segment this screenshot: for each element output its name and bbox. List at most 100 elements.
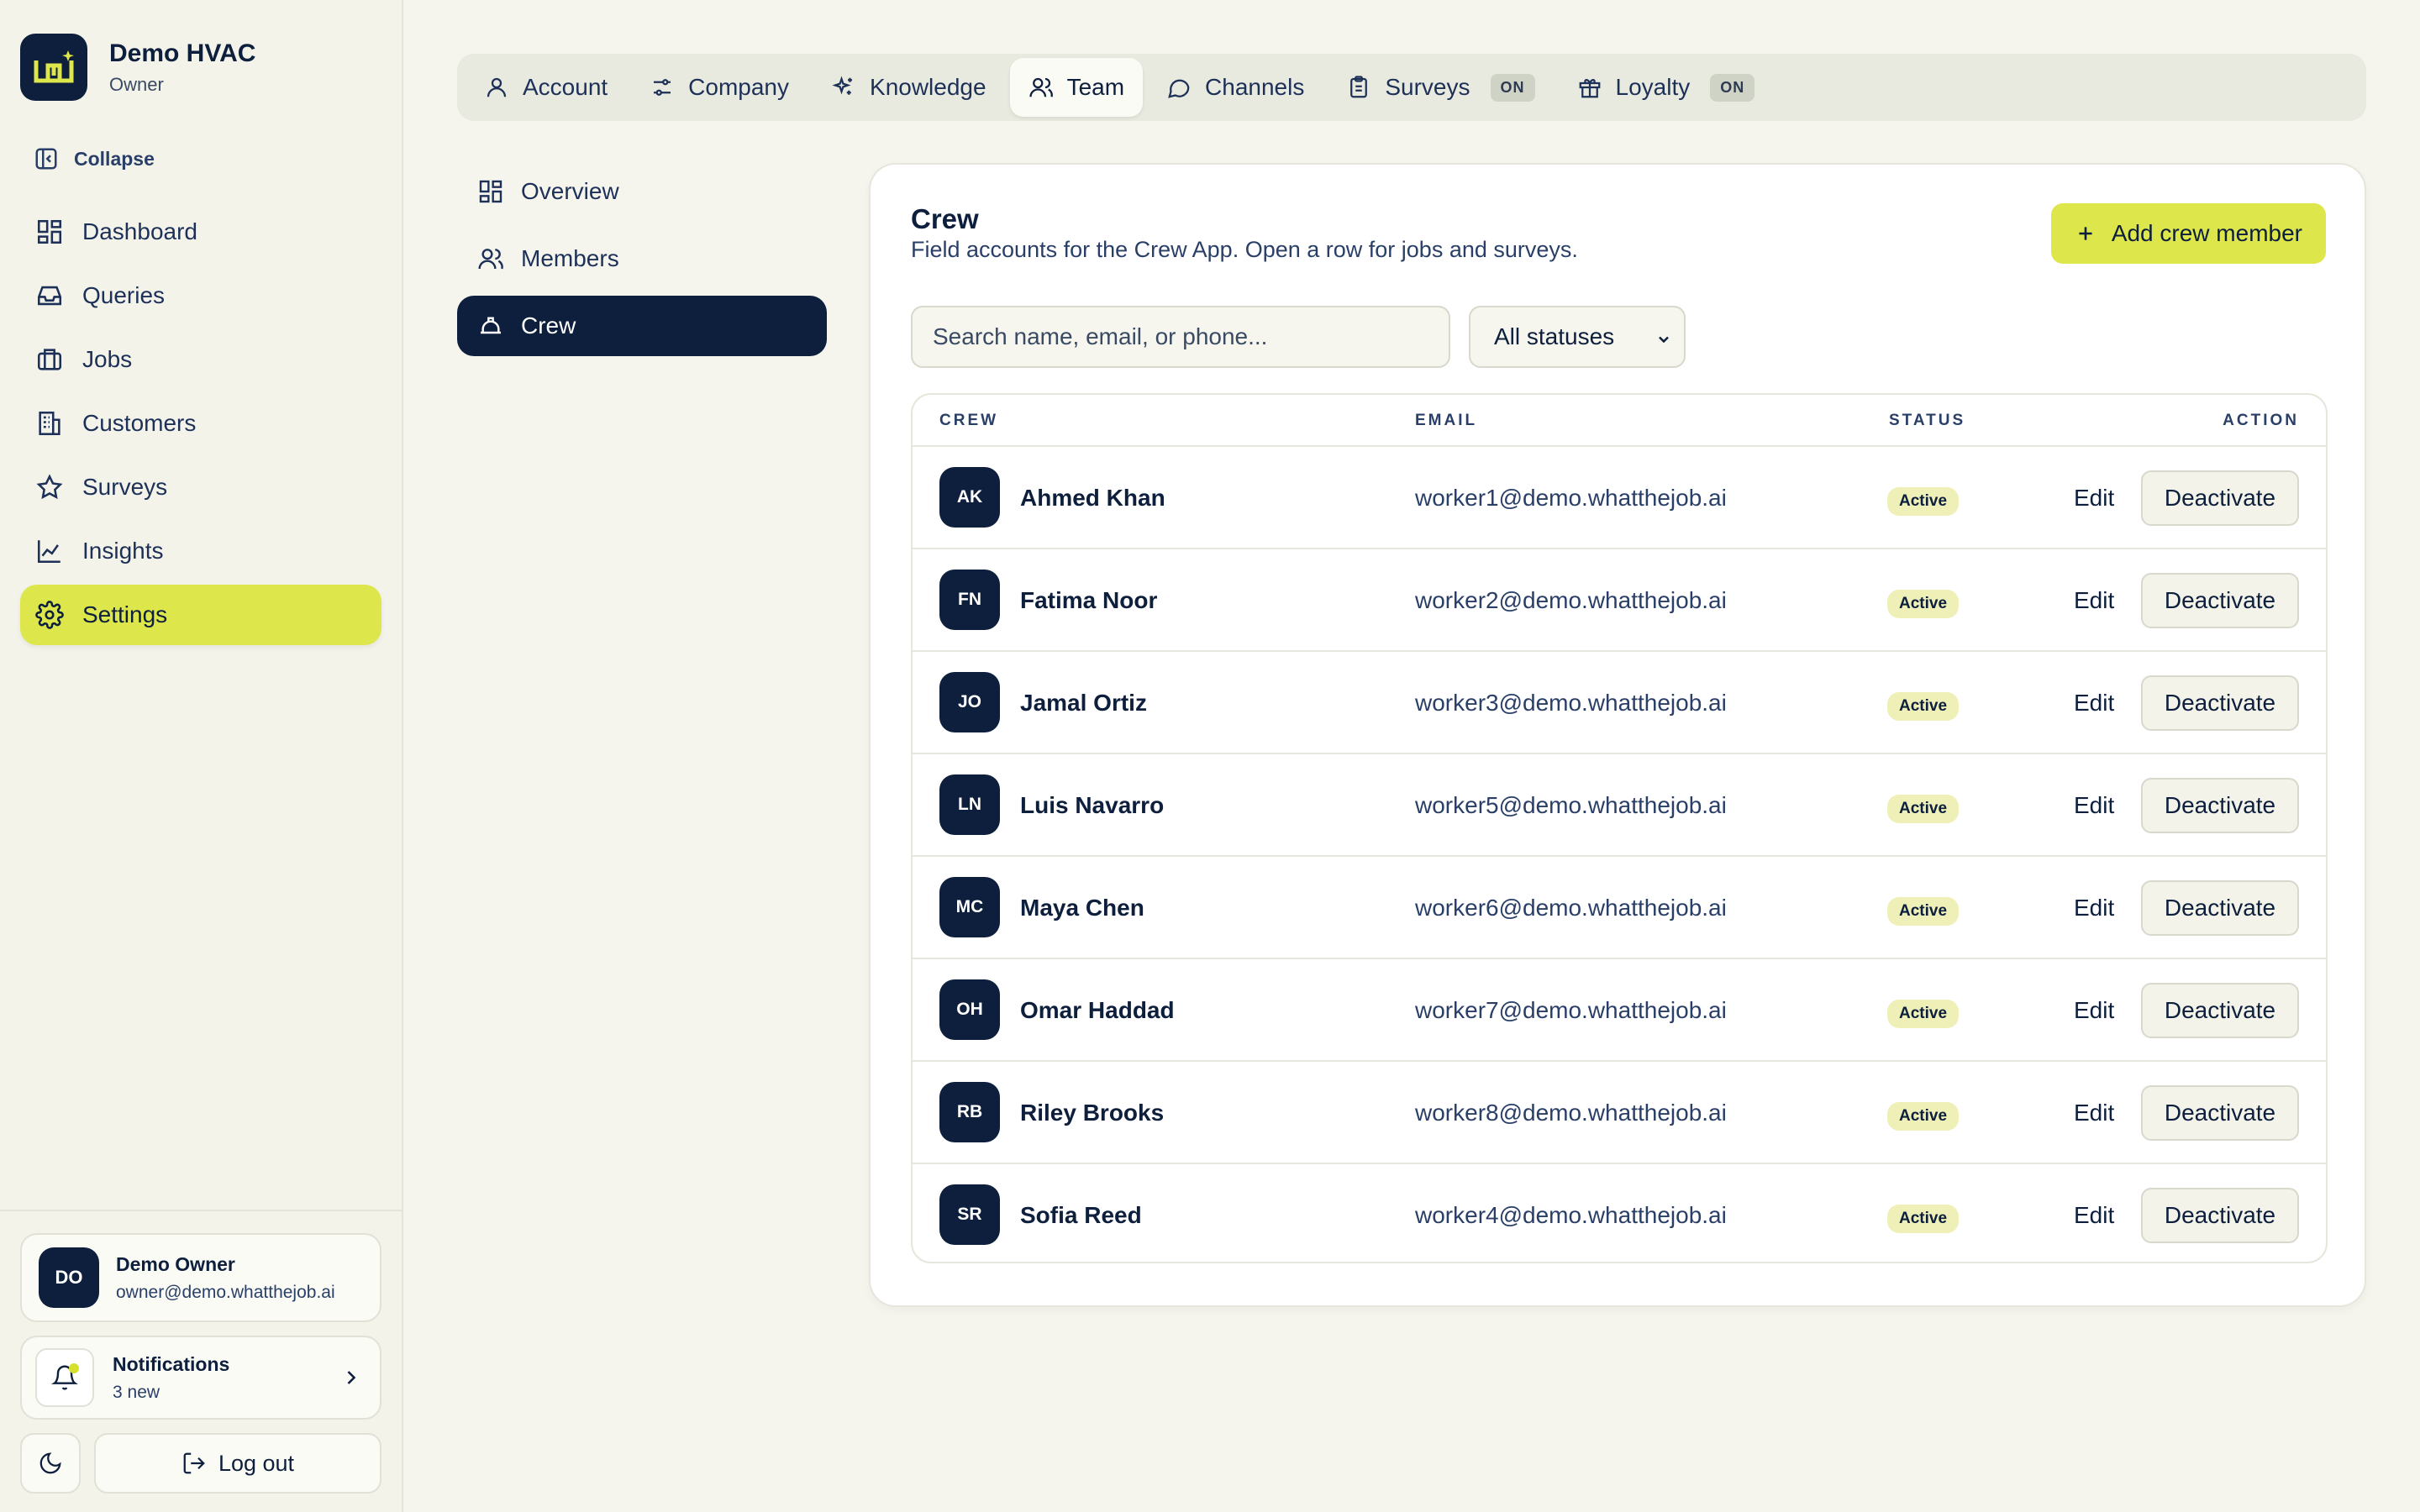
table-header: CREW EMAIL STATUS ACTION [913,395,2326,447]
subnav-crew[interactable]: Crew [457,296,827,356]
bell-container [35,1348,94,1407]
deactivate-button[interactable]: Deactivate [2141,470,2299,526]
crew-name: Maya Chen [1020,895,1144,921]
chart-icon [37,540,60,564]
tab-loyalty[interactable]: Loyalty ON [1559,58,1774,117]
logout-icon [183,1452,205,1474]
tab-surveys[interactable]: Surveys ON [1328,58,1553,117]
avatar: AK [939,467,1000,528]
avatar: FN [939,570,1000,630]
subnav-members[interactable]: Members [457,228,827,289]
sidebar-item-label: Jobs [82,346,133,372]
table-row[interactable]: LN Luis Navarro worker5@demo.whatthejob.… [913,754,2326,857]
crew-email[interactable]: worker5@demo.whatthejob.ai [1415,792,1727,819]
deactivate-button[interactable]: Deactivate [2141,1188,2299,1243]
avatar: JO [939,672,1000,732]
sidebar-item-label: Customers [82,410,197,436]
crew-email[interactable]: worker4@demo.whatthejob.ai [1415,1202,1727,1229]
edit-button[interactable]: Edit [2074,587,2114,614]
theme-toggle-button[interactable] [20,1433,81,1494]
sidebar-footer: DO Demo Owner owner@demo.whatthejob.ai N… [0,1210,402,1512]
search-input[interactable] [911,306,1450,368]
table-row[interactable]: FN Fatima Noor worker2@demo.whatthejob.a… [913,549,2326,652]
tab-label: Account [523,74,608,100]
sidebar-item-dashboard[interactable]: Dashboard [20,202,381,262]
sidebar-item-label: Queries [82,282,166,308]
brand[interactable]: Demo HVAC Owner [20,34,255,101]
tab-label: Channels [1205,74,1305,100]
sidebar-item-surveys[interactable]: Surveys [20,457,381,517]
sidebar-item-label: Dashboard [82,218,197,244]
subnav-overview[interactable]: Overview [457,161,827,222]
chevron-right-icon [347,1371,356,1384]
avatar: RB [939,1082,1000,1142]
table-row[interactable]: OH Omar Haddad worker7@demo.whatthejob.a… [913,959,2326,1062]
table-row[interactable]: AK Ahmed Khan worker1@demo.whatthejob.ai… [913,447,2326,549]
star-icon [36,474,63,500]
deactivate-button[interactable]: Deactivate [2141,880,2299,936]
tab-team[interactable]: Team [1009,58,1144,117]
user-email: owner@demo.whatthejob.ai [116,1282,335,1302]
table-row[interactable]: MC Maya Chen worker6@demo.whatthejob.ai … [913,857,2326,959]
briefcase-icon [37,349,62,370]
collapse-icon [35,148,57,170]
notifications-button[interactable]: Notifications 3 new [20,1336,381,1420]
tab-label: Knowledge [870,74,986,100]
user-card[interactable]: DO Demo Owner owner@demo.whatthejob.ai [20,1233,381,1322]
user-icon [487,77,507,97]
chat-icon [1168,79,1190,98]
brand-name: Demo HVAC [109,39,256,67]
sidebar-item-customers[interactable]: Customers [20,393,381,454]
deactivate-button[interactable]: Deactivate [2141,983,2299,1038]
edit-button[interactable]: Edit [2074,1202,2114,1229]
table-row[interactable]: RB Riley Brooks worker8@demo.whatthejob.… [913,1062,2326,1164]
status-badge: Active [1887,487,1960,516]
table-row[interactable]: JO Jamal Ortiz worker3@demo.whatthejob.a… [913,652,2326,754]
building-icon [39,411,60,436]
table-row[interactable]: SR Sofia Reed worker4@demo.whatthejob.ai… [913,1164,2326,1262]
logout-button[interactable]: Log out [94,1433,381,1494]
logout-label: Log out [218,1450,295,1476]
crew-email[interactable]: worker7@demo.whatthejob.ai [1415,997,1727,1024]
tab-company[interactable]: Company [631,58,808,117]
tab-channels[interactable]: Channels [1148,58,1323,117]
page-subtitle: Field accounts for the Crew App. Open a … [911,237,1578,262]
subnav-label: Members [521,245,619,271]
page-title: Crew [911,203,979,234]
crew-email[interactable]: worker3@demo.whatthejob.ai [1415,690,1727,717]
brand-role: Owner [109,74,164,95]
edit-button[interactable]: Edit [2074,690,2114,717]
deactivate-button[interactable]: Deactivate [2141,675,2299,731]
column-header-status: STATUS [1889,412,1966,429]
edit-button[interactable]: Edit [2074,895,2114,921]
status-badge: Active [1887,590,1960,618]
notifications-count: 3 new [113,1382,160,1402]
crew-email[interactable]: worker8@demo.whatthejob.ai [1415,1100,1727,1126]
crew-email[interactable]: worker6@demo.whatthejob.ai [1415,895,1727,921]
edit-button[interactable]: Edit [2074,485,2114,512]
status-filter-select[interactable]: All statuses [1469,306,1686,368]
tab-account[interactable]: Account [466,58,626,117]
crew-email[interactable]: worker2@demo.whatthejob.ai [1415,587,1727,614]
sidebar-item-settings[interactable]: Settings [20,585,381,645]
crew-card: Crew Field accounts for the Crew App. Op… [869,163,2366,1307]
deactivate-button[interactable]: Deactivate [2141,1085,2299,1141]
sparkles-icon [832,76,853,95]
edit-button[interactable]: Edit [2074,792,2114,819]
sidebar-item-insights[interactable]: Insights [20,521,381,581]
add-crew-member-label: Add crew member [2111,220,2302,246]
notification-dot [69,1363,79,1373]
crew-email[interactable]: worker1@demo.whatthejob.ai [1415,485,1727,512]
deactivate-button[interactable]: Deactivate [2141,778,2299,833]
tab-label: Surveys [1385,74,1470,100]
collapse-button[interactable]: Collapse [34,146,155,171]
add-crew-member-button[interactable]: Add crew member [2050,203,2326,264]
edit-button[interactable]: Edit [2074,1100,2114,1126]
sidebar-item-jobs[interactable]: Jobs [20,329,381,390]
dashboard-icon [37,219,62,244]
sidebar-item-queries[interactable]: Queries [20,265,381,326]
tab-knowledge[interactable]: Knowledge [813,58,1005,117]
edit-button[interactable]: Edit [2074,997,2114,1024]
status-badge: Active [1887,1000,1960,1028]
deactivate-button[interactable]: Deactivate [2141,573,2299,628]
